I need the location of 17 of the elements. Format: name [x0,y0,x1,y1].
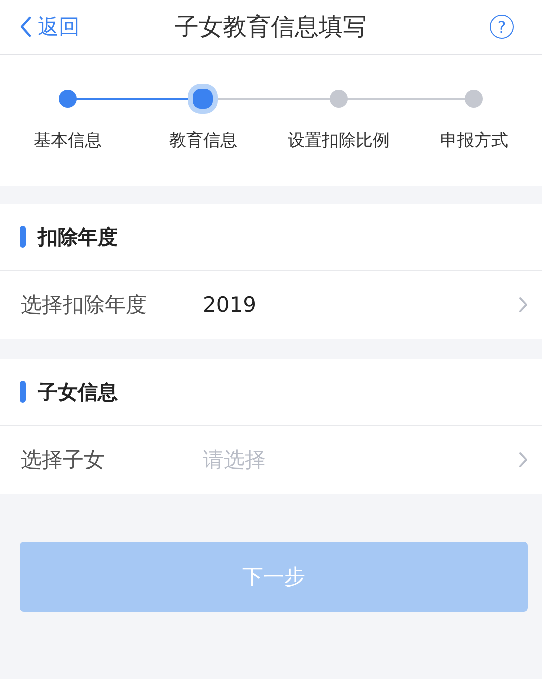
section-title: 扣除年度 [38,224,118,250]
help-icon[interactable]: ? [490,15,514,39]
chevron-right-icon [519,452,528,468]
step-label: 设置扣除比例 [288,130,390,152]
select-field[interactable]: 选择子女 请选择 [0,426,542,494]
page-title: 子女教育信息填写 [174,12,368,43]
step-label: 申报方式 [440,130,508,152]
select-field[interactable]: 选择扣除年度 2019 [0,271,542,339]
step-label: 教育信息 [169,130,238,152]
section-marker [20,226,26,248]
back-link[interactable]: 返回 [0,13,80,41]
back-label: 返回 [38,14,80,41]
back-chevron-icon [20,16,32,38]
section-marker [20,381,26,403]
section-title: 子女信息 [38,378,118,406]
step-label: 基本信息 [34,130,102,152]
chevron-right-icon [519,297,528,313]
